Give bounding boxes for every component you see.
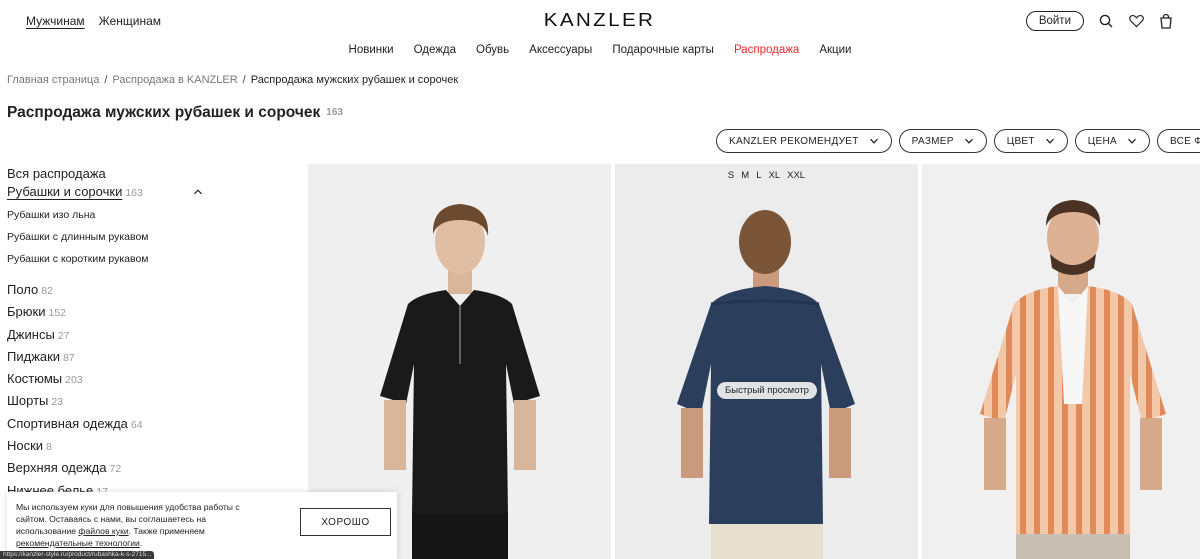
chevron-down-icon xyxy=(1128,138,1136,144)
sidebar-item-label: Джинсы xyxy=(7,326,55,342)
nav-sale[interactable]: Распродажа xyxy=(734,44,799,56)
page-title-text: Распродажа мужских рубашек и сорочек xyxy=(7,104,321,121)
sidebar-item-count: 82 xyxy=(41,285,53,297)
sidebar-sub-linen[interactable]: Рубашки изо льна xyxy=(7,209,207,221)
breadcrumb: Главная страница / Распродажа в KANZLER … xyxy=(7,74,458,86)
status-bar-url: https://kanzler-style.ru/product/rubashk… xyxy=(0,551,155,559)
sidebar-current-label: Рубашки и сорочки xyxy=(7,184,123,199)
cookie-policy-link[interactable]: файлов куки xyxy=(78,526,128,536)
header-actions: Войти xyxy=(1025,11,1174,31)
search-icon[interactable] xyxy=(1098,13,1114,29)
sidebar-item-label: Верхняя одежда xyxy=(7,460,107,476)
sidebar-item-label: Костюмы xyxy=(7,371,63,387)
chevron-up-icon[interactable] xyxy=(193,187,203,197)
breadcrumb-separator: / xyxy=(242,74,246,86)
sidebar-item-label: Поло xyxy=(7,282,39,297)
cookie-text-part: . xyxy=(139,538,143,548)
filter-sort[interactable]: KANZLER РЕКОМЕНДУЕТ xyxy=(716,129,892,153)
cookie-text-part: . Также применяем xyxy=(128,526,205,536)
sidebar-item-jackets[interactable]: Пиджаки 87 xyxy=(7,349,207,371)
sidebar-item-count: 64 xyxy=(130,418,143,431)
product-image xyxy=(615,164,918,559)
sidebar-item-count: 72 xyxy=(109,463,122,476)
cart-icon[interactable] xyxy=(1158,13,1174,29)
sidebar-item-count: 8 xyxy=(46,441,52,454)
sidebar-item-label: Носки xyxy=(7,438,44,454)
recommendation-tech-link[interactable]: рекомендательные технологии xyxy=(16,538,140,548)
chevron-down-icon xyxy=(1045,138,1054,144)
filter-sort-label: KANZLER РЕКОМЕНДУЕТ xyxy=(729,135,859,147)
nav-accessories[interactable]: Аксессуары xyxy=(529,44,592,56)
sidebar-category-list: Поло 82 Брюки 152 Джинсы 27 Пиджаки 87 Костю… xyxy=(7,282,207,505)
sidebar-item-count: 152 xyxy=(48,307,66,320)
sidebar-item-trousers[interactable]: Брюки 152 xyxy=(7,304,207,326)
nav-new[interactable]: Новинки xyxy=(349,44,394,56)
main-nav: Новинки Одежда Обувь Аксессуары Подарочн… xyxy=(0,44,1200,56)
sidebar-item-jeans[interactable]: Джинсы 27 xyxy=(7,327,207,349)
filter-color[interactable]: ЦВЕТ xyxy=(993,129,1068,153)
breadcrumb-sale[interactable]: Распродажа в KANZLER xyxy=(112,74,237,86)
breadcrumb-current: Распродажа мужских рубашек и сорочек xyxy=(250,74,459,86)
size-xxl[interactable]: XXL xyxy=(787,170,805,181)
size-s[interactable]: S xyxy=(728,170,734,181)
sidebar-current-category[interactable]: Рубашки и сорочки 163 xyxy=(7,184,207,199)
cookie-banner: Мы используем куки для повышения удобств… xyxy=(7,492,397,559)
cookie-text: Мы используем куки для повышения удобств… xyxy=(16,501,266,549)
sidebar-item-suits[interactable]: Костюмы 203 xyxy=(7,371,207,393)
sidebar-item-count: 23 xyxy=(51,396,64,409)
sidebar-item-label: Спортивная одежда xyxy=(7,415,128,431)
sidebar-sub-long-sleeve[interactable]: Рубашки с длинным рукавом xyxy=(7,231,207,243)
nav-shoes[interactable]: Обувь xyxy=(476,44,509,56)
filter-size-label: РАЗМЕР xyxy=(911,135,954,147)
heart-icon[interactable] xyxy=(1128,13,1144,29)
login-button[interactable]: Войти xyxy=(1025,11,1084,31)
filter-all[interactable]: ВСЕ ФИЛЬТРЫ xyxy=(1156,129,1200,153)
nav-clothing[interactable]: Одежда xyxy=(414,44,456,56)
size-xl[interactable]: XL xyxy=(768,170,780,181)
sidebar-current-count: 163 xyxy=(125,187,143,199)
page-title: Распродажа мужских рубашек и сорочек 163 xyxy=(7,104,343,122)
filter-size[interactable]: РАЗМЕР xyxy=(898,129,987,153)
size-m[interactable]: M xyxy=(741,170,749,181)
filter-price[interactable]: ЦЕНА xyxy=(1074,129,1150,153)
filter-bar: KANZLER РЕКОМЕНДУЕТ РАЗМЕР ЦВЕТ ЦЕНА ВСЕ… xyxy=(716,129,1200,153)
chevron-down-icon xyxy=(869,138,878,144)
nav-gift-cards[interactable]: Подарочные карты xyxy=(612,44,714,56)
filter-all-label: ВСЕ ФИЛЬТРЫ xyxy=(1169,135,1200,147)
size-options: S M L XL XXL xyxy=(615,170,918,181)
nav-promotions[interactable]: Акции xyxy=(819,44,851,56)
sidebar-item-polo[interactable]: Поло 82 xyxy=(7,282,207,304)
logo[interactable]: KANZLER xyxy=(0,10,1200,31)
sidebar-item-shorts[interactable]: Шорты 23 xyxy=(7,393,207,415)
sidebar-item-label: Шорты xyxy=(7,393,49,409)
sidebar-sub-short-sleeve[interactable]: Рубашки с коротким рукавом xyxy=(7,253,207,265)
breadcrumb-separator: / xyxy=(104,74,108,86)
size-l[interactable]: L xyxy=(756,170,761,181)
sidebar-item-socks[interactable]: Носки 8 xyxy=(7,438,207,460)
filter-price-label: ЦЕНА xyxy=(1087,135,1117,147)
page-count: 163 xyxy=(326,107,343,118)
sidebar-item-label: Брюки xyxy=(7,304,46,320)
sidebar-item-outerwear[interactable]: Верхняя одежда 72 xyxy=(7,460,207,482)
filter-color-label: ЦВЕТ xyxy=(1006,135,1035,147)
product-grid: S M L XL XXL Быстрый просмотр xyxy=(308,164,1200,559)
cookie-accept-button[interactable]: ХОРОШО xyxy=(300,508,391,536)
breadcrumb-home[interactable]: Главная страница xyxy=(7,74,99,86)
sidebar-item-count: 27 xyxy=(57,329,70,342)
sidebar-item-label: Пиджаки xyxy=(7,348,61,364)
sidebar-item-count: 203 xyxy=(65,374,83,387)
sidebar-item-count: 87 xyxy=(63,351,75,364)
category-sidebar: Вся распродажа Рубашки и сорочки 163 Руба… xyxy=(7,166,207,505)
sidebar-item-sportswear[interactable]: Спортивная одежда 64 xyxy=(7,416,207,438)
quick-view-button[interactable]: Быстрый просмотр xyxy=(717,382,817,399)
product-card[interactable] xyxy=(922,164,1200,559)
product-card[interactable]: S M L XL XXL Быстрый просмотр xyxy=(615,164,918,559)
product-image xyxy=(922,164,1200,559)
sidebar-all-sale[interactable]: Вся распродажа xyxy=(7,166,207,181)
chevron-down-icon xyxy=(964,138,973,144)
